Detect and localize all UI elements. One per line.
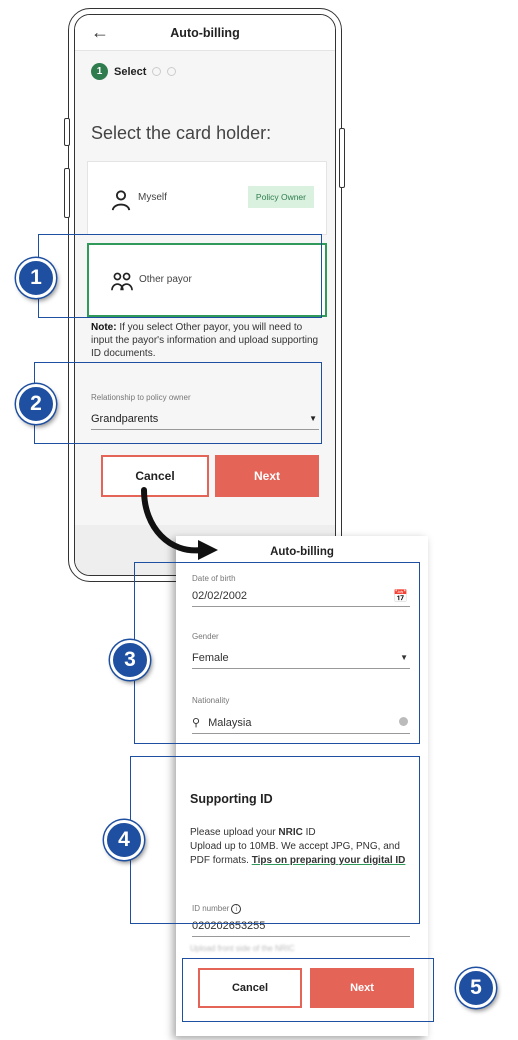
step-dot <box>152 67 162 76</box>
highlight-box <box>34 362 322 444</box>
highlight-box <box>182 958 434 1022</box>
note-label: Note: <box>91 322 117 333</box>
highlight-box <box>38 234 322 318</box>
partial-upload-label: Upload front side of the NRIC <box>190 944 295 953</box>
option-label: Myself <box>138 192 167 203</box>
highlight-box <box>134 562 420 744</box>
page-heading: Select the card holder: <box>91 123 272 143</box>
person-icon <box>111 190 131 211</box>
policy-owner-badge: Policy Owner <box>247 186 314 208</box>
phone-side-button <box>339 128 345 188</box>
phone-side-button <box>64 118 70 146</box>
curved-arrow-icon <box>141 487 218 560</box>
note-body: If you select Other payor, you will need… <box>91 322 319 359</box>
phone-side-button <box>64 168 70 218</box>
step-marker-1: 1 <box>16 258 56 298</box>
step-number-badge: 1 <box>91 63 108 80</box>
note-text: Note: If you select Other payor, you wil… <box>91 321 321 360</box>
app-title: Auto-billing <box>170 26 240 40</box>
option-card-myself[interactable]: Myself Policy Owner <box>87 161 327 235</box>
step-marker-4: 4 <box>104 820 144 860</box>
step-dot <box>167 67 177 76</box>
step-marker-2: 2 <box>16 384 56 424</box>
highlight-box <box>130 756 420 924</box>
app-bar: ← Auto-billing <box>75 15 335 51</box>
step-label: Select <box>114 65 147 78</box>
stepper: 1 Select <box>91 63 177 80</box>
next-button[interactable]: Next <box>215 455 319 497</box>
step-marker-5: 5 <box>456 968 496 1008</box>
step-marker-3: 3 <box>110 640 150 680</box>
